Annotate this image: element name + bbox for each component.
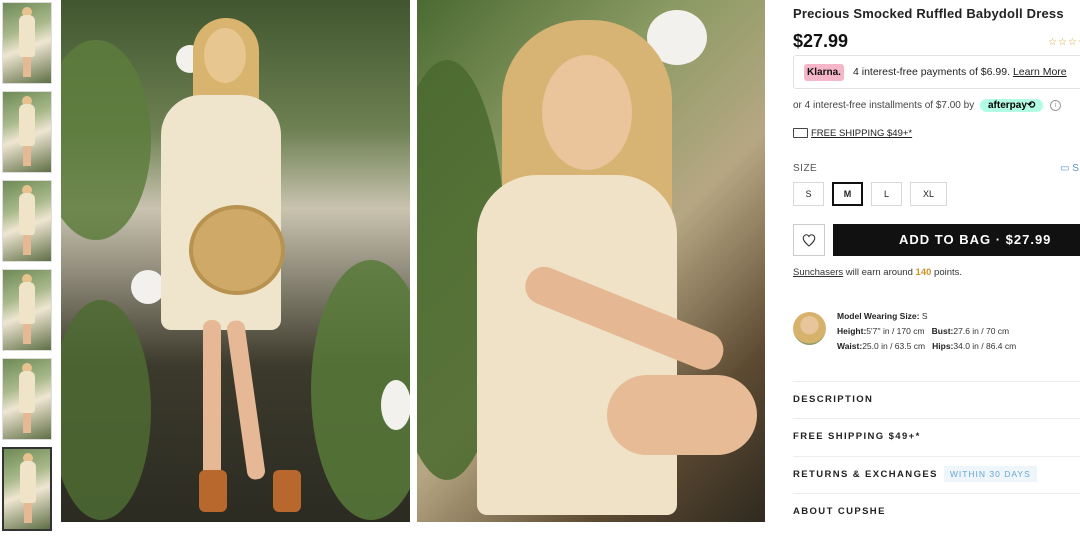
hips-value: 34.0 in / 86.4 cm xyxy=(953,341,1017,351)
product-image-1[interactable] xyxy=(61,0,410,522)
model-avatar xyxy=(793,312,826,345)
accordion-description[interactable]: DESCRIPTION xyxy=(793,381,1080,418)
accordion-about[interactable]: ABOUT CUPSHE xyxy=(793,493,1080,530)
points-info: Sunchasers will earn around 140 points. xyxy=(793,267,962,278)
bust-value: 27.6 in / 70 cm xyxy=(953,326,1010,336)
thumbnail-1[interactable] xyxy=(2,2,52,84)
accordion-free-shipping[interactable]: FREE SHIPPING $49+* xyxy=(793,418,1080,455)
thumbnail-list xyxy=(2,2,54,538)
product-title: Precious Smocked Ruffled Babydoll Dress xyxy=(793,6,1064,21)
klarna-learn-more-link[interactable]: Learn More xyxy=(1013,66,1067,78)
afterpay-text: or 4 interest-free installments of $7.00… xyxy=(793,100,975,111)
foliage xyxy=(61,300,151,520)
truck-icon xyxy=(793,128,808,139)
free-shipping-text: FREE SHIPPING $49+* xyxy=(811,128,913,139)
bust-label: Bust: xyxy=(931,326,954,336)
size-option-s[interactable]: S xyxy=(793,182,824,206)
rating-stars-icon[interactable]: ☆☆☆☆ xyxy=(1048,37,1080,48)
heart-icon xyxy=(802,234,816,247)
waist-label: Waist: xyxy=(837,341,863,351)
sandal xyxy=(273,470,301,512)
accordion-label: FREE SHIPPING $49+* xyxy=(793,431,921,442)
size-option-xl[interactable]: XL xyxy=(910,182,947,206)
hips-label: Hips: xyxy=(932,341,954,351)
thumbnail-2[interactable] xyxy=(2,91,52,173)
size-selector: S M L XL xyxy=(793,182,947,206)
thumbnail-5[interactable] xyxy=(2,358,52,440)
returns-tag: WITHIN 30 DAYS xyxy=(943,466,1037,482)
size-guide-text: S xyxy=(1072,163,1079,174)
model-leg xyxy=(225,319,267,481)
accordion-label: DESCRIPTION xyxy=(793,394,874,405)
size-option-l[interactable]: L xyxy=(871,182,902,206)
afterpay-badge[interactable]: afterpay⟲ xyxy=(979,99,1044,112)
product-details-panel: Precious Smocked Ruffled Babydoll Dress … xyxy=(793,0,1080,525)
model-size-label: Model Wearing Size: xyxy=(837,311,920,321)
thumbnail-4[interactable] xyxy=(2,269,52,351)
model-measurements: Model Wearing Size: S Height:5'7'' in / … xyxy=(837,309,1016,354)
model-size-value: S xyxy=(919,311,928,321)
model-face xyxy=(204,28,246,83)
flower xyxy=(381,380,410,430)
accordion-label: RETURNS & EXCHANGES xyxy=(793,469,938,480)
height-value: 5'7'' in / 170 cm xyxy=(866,326,925,336)
afterpay-line: or 4 interest-free installments of $7.00… xyxy=(793,99,1062,112)
free-shipping-link[interactable]: FREE SHIPPING $49+* xyxy=(793,128,912,139)
size-label: SIZE xyxy=(793,163,818,174)
sunchasers-link[interactable]: Sunchasers xyxy=(793,267,843,278)
waist-value: 25.0 in / 63.5 cm xyxy=(862,341,926,351)
klarna-logo: Klarna. xyxy=(804,64,844,81)
product-price: $27.99 xyxy=(793,31,849,51)
size-guide-link[interactable]: ▭ S xyxy=(1060,163,1079,174)
model-knee xyxy=(607,375,757,455)
points-text-end: points. xyxy=(931,267,963,278)
size-option-m[interactable]: M xyxy=(832,182,863,206)
thumbnail-6-active[interactable] xyxy=(2,447,52,531)
klarna-banner: Klarna. 4 interest-free payments of $6.9… xyxy=(793,55,1080,89)
height-label: Height: xyxy=(837,326,867,336)
thumbnail-3[interactable] xyxy=(2,180,52,262)
straw-hat xyxy=(189,205,285,295)
flower xyxy=(131,270,165,304)
model-face xyxy=(542,55,632,170)
accordion-returns[interactable]: RETURNS & EXCHANGES WITHIN 30 DAYS xyxy=(793,456,1080,493)
klarna-payment-text: 4 interest-free payments of $6.99. xyxy=(853,66,1011,78)
info-icon[interactable]: i xyxy=(1050,99,1062,111)
foliage xyxy=(61,40,151,240)
points-amount: 140 xyxy=(915,267,932,278)
sandal xyxy=(199,470,227,512)
points-text: will earn around xyxy=(843,267,916,278)
model-leg xyxy=(203,320,221,480)
add-to-bag-button[interactable]: ADD TO BAG · $27.99 xyxy=(833,224,1080,256)
accordion-label: ABOUT CUPSHE xyxy=(793,506,886,517)
wishlist-button[interactable] xyxy=(793,224,825,256)
klarna-text: 4 interest-free payments of $6.99. Learn… xyxy=(853,66,1067,78)
product-image-2[interactable] xyxy=(417,0,765,522)
